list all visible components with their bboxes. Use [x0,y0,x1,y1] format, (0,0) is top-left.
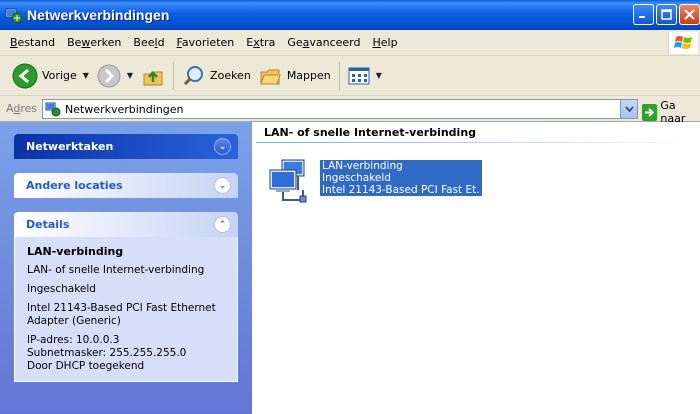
network-tasks-header[interactable]: Netwerktaken ⌄ [14,134,238,159]
back-label: Vorige [42,69,77,82]
details-ip-address: IP-adres: 10.0.0.3 [27,334,120,346]
other-places-header[interactable]: Andere locaties ⌄ [14,173,238,198]
lan-connection-icon [269,159,307,203]
forward-dropdown-icon[interactable]: ▼ [127,71,133,80]
go-arrow-icon [642,103,658,121]
toolbar-separator [173,61,175,90]
network-tasks-title: Netwerktaken [26,140,114,153]
minimize-button[interactable] [633,4,654,25]
window-title: Netwerkverbindingen [27,7,170,23]
expand-icon[interactable]: ⌄ [214,138,231,155]
network-tasks-panel: Netwerktaken ⌄ [14,134,238,159]
title-bar[interactable]: Netwerkverbindingen [0,0,700,30]
details-connection-name: LAN-verbinding [27,245,124,258]
menu-favorieten[interactable]: Favorieten [171,36,241,49]
menu-help[interactable]: Help [366,36,403,49]
search-button[interactable]: Zoeken [178,59,255,93]
collapse-icon[interactable]: ⌃ [214,216,231,233]
search-icon [183,65,204,85]
menu-geavanceerd[interactable]: Geavanceerd [281,36,366,49]
back-button[interactable]: Vorige ▼ [8,59,93,93]
close-icon [684,9,695,20]
network-connections-icon [45,102,61,117]
chevron-down-icon [624,106,634,112]
item-name: LAN-verbinding [322,160,403,172]
back-dropdown-icon[interactable]: ▼ [83,71,89,80]
forward-button[interactable]: ▼ [93,59,137,93]
item-status: Ingeschakeld [322,172,391,184]
folders-label: Mappen [286,69,331,82]
network-connections-icon [5,8,23,24]
details-dhcp: Door DHCP toegekend [27,360,145,372]
details-body: LAN-verbinding LAN- of snelle Internet-v… [14,237,238,382]
maximize-button[interactable] [656,4,677,25]
menu-extra[interactable]: Extra [240,36,281,49]
address-input[interactable]: Netwerkverbindingen [42,99,638,119]
views-button[interactable]: ▼ [344,59,386,93]
details-header[interactable]: Details ⌃ [14,212,238,237]
folders-button[interactable]: Mappen [255,59,335,93]
toolbar-separator [338,61,340,90]
windows-flag-icon [673,36,692,49]
search-label: Zoeken [210,69,251,82]
details-status: Ingeschakeld [27,283,96,295]
standard-toolbar: Vorige ▼ ▼ Zoeken Mappen ▼ [0,56,700,96]
folders-icon [260,69,281,84]
menu-beeld[interactable]: Beeld [127,36,170,49]
other-places-panel: Andere locaties ⌄ [14,173,238,198]
menu-bar: Bestand Bewerken Beeld Favorieten Extra … [0,30,700,56]
task-pane: Netwerktaken ⌄ Andere locaties ⌄ Details… [0,122,252,414]
group-divider [256,142,700,143]
views-dropdown-icon[interactable]: ▼ [376,71,382,80]
forward-arrow-icon [97,64,121,87]
group-header: LAN- of snelle Internet-verbinding [264,126,477,139]
maximize-icon [661,9,672,20]
lan-connection-item[interactable]: LAN-verbinding Ingeschakeld Intel 21143-… [268,158,482,206]
details-connection-type: LAN- of snelle Internet-verbinding [27,264,205,276]
lan-connection-label[interactable]: LAN-verbinding Ingeschakeld Intel 21143-… [320,160,482,196]
menu-bestand[interactable]: Bestand [4,36,61,49]
details-subnet-mask: Subnetmasker: 255.255.255.0 [27,347,187,359]
windows-logo [668,32,698,54]
details-panel: Details ⌃ LAN-verbinding LAN- of snelle … [14,212,238,382]
minimize-icon [639,16,645,18]
address-label: Adres [6,102,38,115]
close-button[interactable] [679,4,700,25]
address-bar: Adres Netwerkverbindingen Ga naar [0,96,700,125]
address-dropdown-button[interactable] [620,100,637,118]
details-title: Details [26,218,70,231]
content-area[interactable]: LAN- of snelle Internet-verbinding LAN-v… [252,122,700,414]
details-adapter: Intel 21143-Based PCI Fast Ethernet Adap… [27,302,216,327]
menu-bewerken[interactable]: Bewerken [61,36,127,49]
back-arrow-icon [12,63,38,88]
views-icon [348,67,370,84]
up-button[interactable] [137,59,169,93]
expand-icon[interactable]: ⌄ [214,177,231,194]
item-device: Intel 21143-Based PCI Fast Et... [322,184,480,196]
folder-up-icon [143,70,163,85]
other-places-title: Andere locaties [26,179,123,192]
address-value: Netwerkverbindingen [65,102,184,116]
